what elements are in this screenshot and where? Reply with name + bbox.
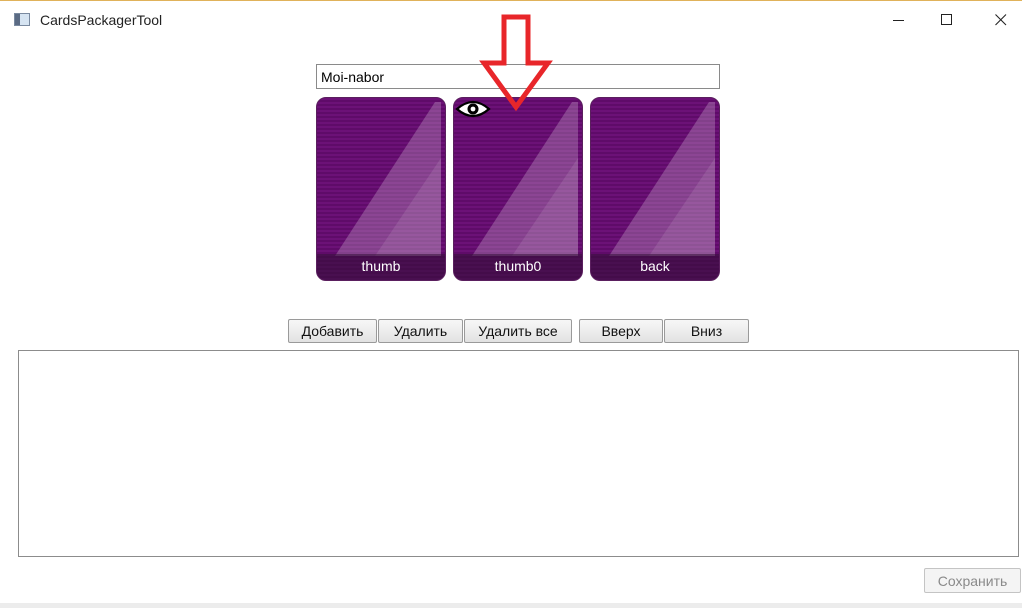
card-label: thumb0 <box>494 258 542 274</box>
card-thumb[interactable]: thumb <box>316 97 446 281</box>
close-button[interactable] <box>978 1 1022 39</box>
delete-all-button[interactable]: Удалить все <box>464 319 572 343</box>
content-list-area[interactable] <box>18 350 1019 557</box>
maximize-icon <box>941 14 952 25</box>
add-button[interactable]: Добавить <box>288 319 377 343</box>
maximize-button[interactable] <box>924 1 970 39</box>
window-title: CardsPackagerTool <box>40 12 163 28</box>
app-window: CardsPackagerTool thumb <box>0 0 1022 608</box>
close-icon <box>995 14 1007 26</box>
save-button[interactable]: Сохранить <box>924 568 1021 593</box>
move-up-button[interactable]: Вверх <box>579 319 663 343</box>
card-thumb0[interactable]: thumb0 <box>453 97 583 281</box>
bottom-strip <box>0 603 1022 608</box>
delete-button[interactable]: Удалить <box>378 319 463 343</box>
move-down-button[interactable]: Вниз <box>664 319 749 343</box>
card-label: thumb <box>361 258 401 274</box>
minimize-button[interactable] <box>876 1 922 39</box>
minimize-icon <box>893 20 904 21</box>
red-arrow-annotation <box>479 14 553 112</box>
app-icon <box>14 13 30 26</box>
card-back[interactable]: back <box>590 97 720 281</box>
card-label: back <box>640 258 670 274</box>
